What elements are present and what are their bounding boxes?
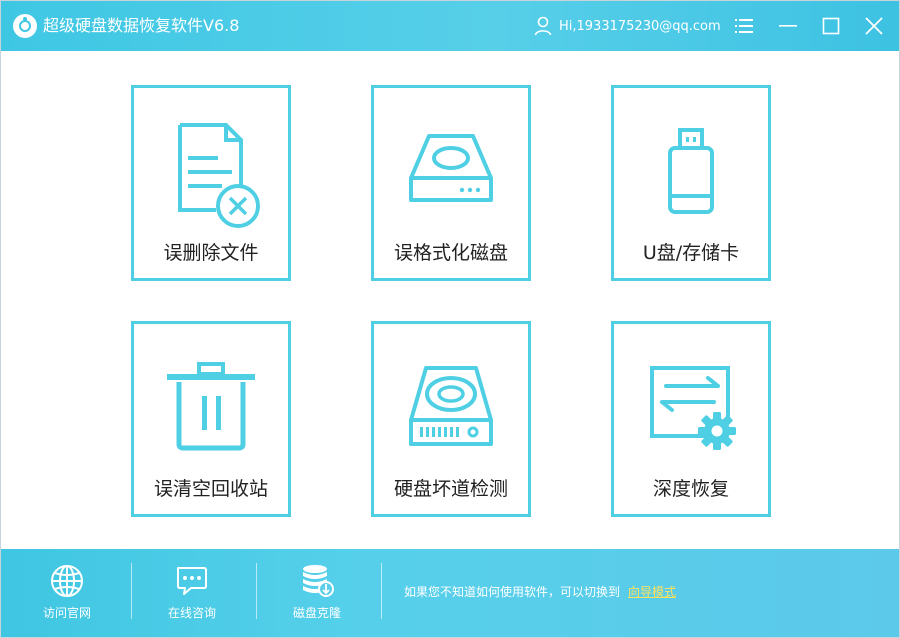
tile-disk-check[interactable]: 硬盘坏道检测 xyxy=(371,321,531,517)
maximize-icon[interactable] xyxy=(819,14,843,38)
deep-recovery-icon xyxy=(614,324,768,474)
recycle-bin-icon xyxy=(134,324,288,474)
formatted-disk-icon xyxy=(374,88,528,238)
database-clone-icon xyxy=(303,565,334,597)
tile-usb-storage[interactable]: U盘/存储卡 xyxy=(611,85,771,281)
tile-formatted-disk[interactable]: 误格式化磁盘 xyxy=(371,85,531,281)
disk-clone-button[interactable]: 磁盘克隆 xyxy=(255,549,379,637)
user-icon xyxy=(534,16,552,36)
bottom-item-label: 在线咨询 xyxy=(167,606,216,620)
hint-text: 如果您不知道如何使用软件，可以切换到 xyxy=(404,585,621,599)
bottom-item-label: 磁盘克隆 xyxy=(292,606,341,620)
app-window: 超级硬盘数据恢复软件V6.8 Hi,1933175230@qq.com 误删除文… xyxy=(0,0,900,638)
tile-deleted-files[interactable]: 误删除文件 xyxy=(131,85,291,281)
guide-mode-link[interactable]: 向导模式 xyxy=(628,583,676,601)
usb-drive-icon xyxy=(614,88,768,238)
globe-icon xyxy=(51,565,83,597)
app-logo-icon xyxy=(13,14,37,38)
deleted-file-icon xyxy=(134,88,288,238)
visit-website-button[interactable]: 访问官网 xyxy=(5,549,129,637)
divider xyxy=(381,563,382,619)
online-consult-button[interactable]: 在线咨询 xyxy=(130,549,254,637)
tile-label: 深度恢复 xyxy=(652,478,729,500)
minimize-icon[interactable] xyxy=(776,14,800,38)
tile-deep-recovery[interactable]: 深度恢复 xyxy=(611,321,771,517)
tile-label: 硬盘坏道检测 xyxy=(393,478,508,500)
bottom-toolbar: 访问官网 在线咨询 磁盘克隆 如果您不知道如何使用软件，可以切换到 向导模式 xyxy=(1,549,899,637)
bottom-item-label: 访问官网 xyxy=(42,606,91,620)
tile-label: 误删除文件 xyxy=(163,242,259,264)
disk-check-icon xyxy=(374,324,528,474)
close-icon[interactable] xyxy=(862,14,886,38)
menu-icon[interactable] xyxy=(732,14,756,38)
user-account-label[interactable]: Hi,1933175230@qq.com xyxy=(559,18,721,36)
chat-icon xyxy=(177,567,207,595)
tile-recycle-bin[interactable]: 误清空回收站 xyxy=(131,321,291,517)
tile-label: 误格式化磁盘 xyxy=(393,242,508,264)
tile-label: U盘/存储卡 xyxy=(642,242,740,264)
title-bar: 超级硬盘数据恢复软件V6.8 Hi,1933175230@qq.com xyxy=(1,1,899,51)
tile-label: 误清空回收站 xyxy=(153,478,268,500)
app-title: 超级硬盘数据恢复软件V6.8 xyxy=(43,16,240,35)
